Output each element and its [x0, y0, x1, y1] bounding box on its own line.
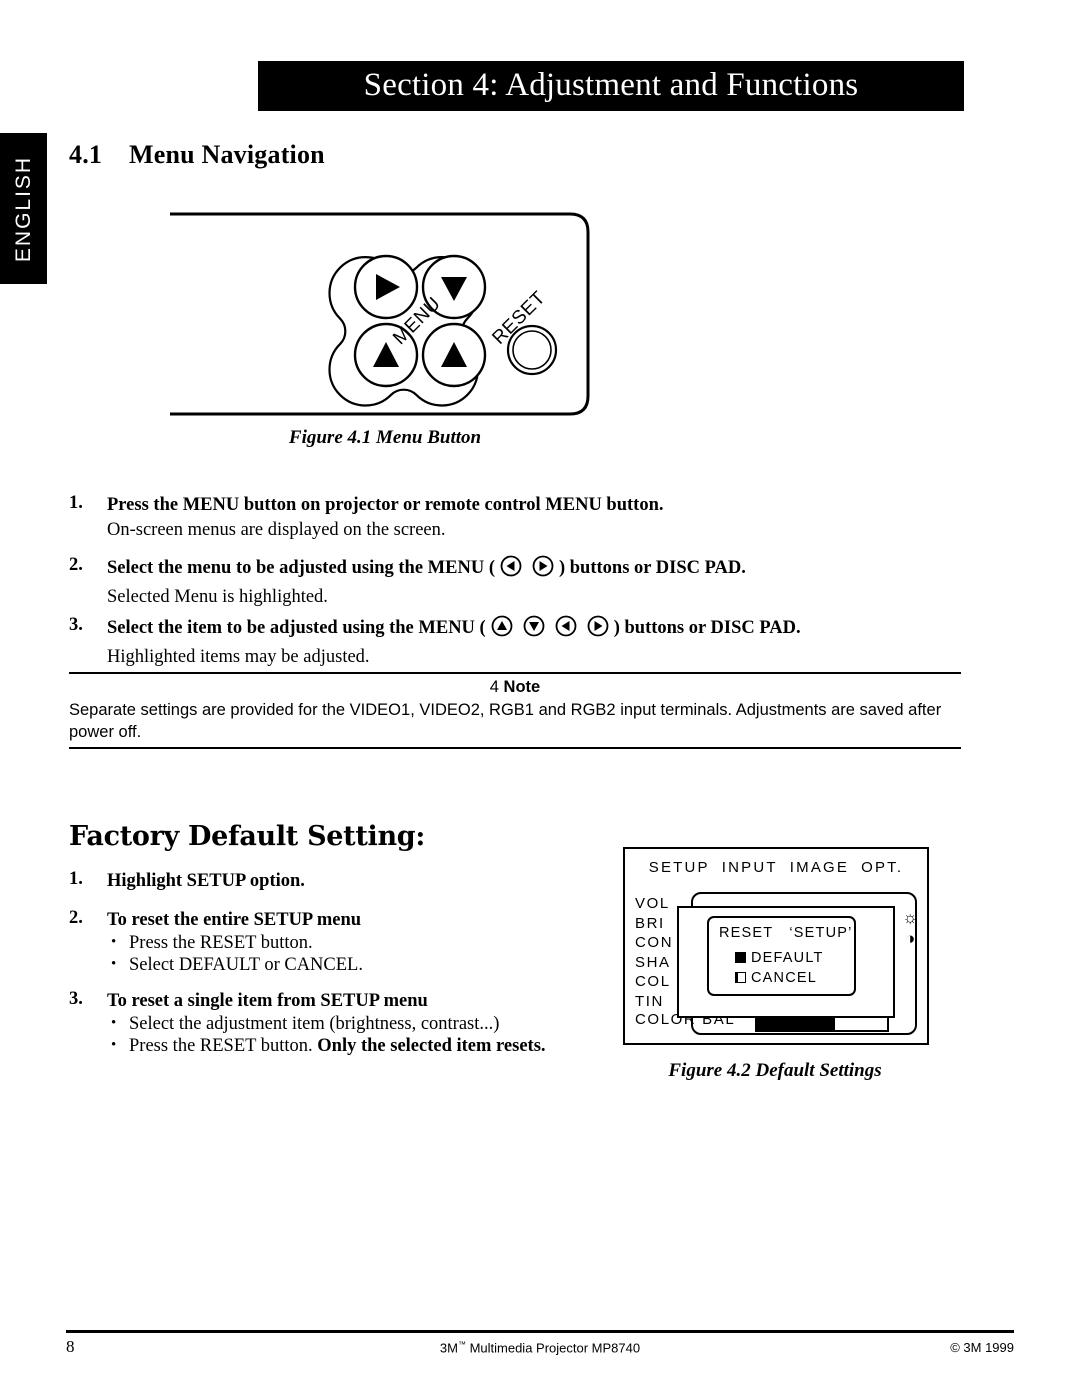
arrow-right-button-icon[interactable] [530, 555, 556, 585]
document-page: ENGLISH Section 4: Adjustment and Functi… [0, 0, 1080, 1397]
step-3-title-lead: Select the item to be adjusted using the… [107, 618, 486, 638]
factory-step-2-number: 2. [69, 908, 83, 928]
factory-step-1-title: Highlight SETUP option. [107, 871, 305, 891]
osd-item-vol[interactable]: VOL [635, 894, 673, 914]
osd-item-con[interactable]: CON [635, 933, 673, 953]
osd-dialog-option-cancel-label: CANCEL [751, 970, 818, 986]
factory-step-2-title: To reset the entire SETUP menu [107, 910, 362, 930]
step-2-number: 2. [69, 555, 83, 575]
note-heading: 4 Note [69, 674, 961, 699]
checkbox-unselected-icon [735, 972, 746, 983]
list-item-text: Press the RESET button. [129, 1035, 318, 1056]
section-banner-title: Section 4: Adjustment and Functions [363, 66, 859, 103]
step-2: 2. Select the menu to be adjusted using … [69, 555, 969, 610]
step-1-subtext: On-screen menus are displayed on the scr… [107, 520, 446, 540]
osd-dialog-title-label: RESET [719, 925, 774, 941]
osd-dialog-title: RESET ‘SETUP’ [719, 925, 853, 941]
osd-dialog-option-cancel[interactable]: CANCEL [735, 970, 817, 986]
arrow-left-button-icon[interactable] [498, 555, 524, 585]
note-heading-label: Note [503, 678, 541, 696]
checkbox-selected-icon [735, 952, 746, 963]
list-item-emphasis: Only the selected item resets. [317, 1035, 546, 1056]
factory-step-3-title: To reset a single item from SETUP menu [107, 991, 428, 1011]
arrow-up-button-icon[interactable] [489, 615, 515, 645]
heading-number: 4.1 [69, 140, 103, 169]
footer-product-name: Multimedia Projector MP8740 [465, 1340, 641, 1356]
osd-dialog-target: ‘SETUP’ [789, 925, 853, 941]
reset-button-inner [512, 330, 552, 370]
osd-item-sha[interactable]: SHA [635, 953, 673, 973]
osd-item-col[interactable]: COL [635, 972, 673, 992]
language-tab-label: ENGLISH [11, 155, 35, 262]
osd-reset-dialog: RESET ‘SETUP’ DEFAULT CANCEL [707, 916, 856, 996]
note-body-text: Separate settings are provided for the V… [69, 701, 942, 741]
factory-step-2: 2. To reset the entire SETUP menu Press … [69, 908, 609, 976]
arrow-right-button-icon-2[interactable] [585, 615, 611, 645]
step-3-subtext: Highlighted items may be adjusted. [107, 647, 370, 667]
note-marker-icon: 4 [489, 678, 499, 696]
footer-trademark-icon: ™ [457, 1340, 466, 1349]
list-item: Select DEFAULT or CANCEL. [107, 954, 609, 977]
osd-tab-input[interactable]: INPUT [722, 859, 778, 876]
step-1: 1. Press the MENU button on projector or… [69, 493, 969, 543]
heading-text: Menu Navigation [129, 140, 325, 169]
osd-tab-setup[interactable]: SETUP [649, 859, 710, 876]
note-bottom-rule [69, 747, 961, 749]
factory-step-3-bullets: Select the adjustment item (brightness, … [107, 1013, 609, 1058]
list-item: Press the RESET button. [107, 932, 609, 955]
contrast-icon: ◑ [905, 929, 916, 948]
footer-brand: 3M [439, 1340, 458, 1356]
footer-copyright: © 3M 1999 [950, 1340, 1014, 1355]
step-1-number: 1. [69, 493, 83, 513]
step-2-title-tail: ) buttons or DISC PAD. [558, 558, 746, 578]
step-1-title: Press the MENU button on projector or re… [107, 495, 664, 515]
osd-tab-bar: SETUP INPUT IMAGE OPT. [625, 859, 927, 876]
list-item: Press the RESET button. Only the selecte… [107, 1035, 609, 1058]
factory-step-3: 3. To reset a single item from SETUP men… [69, 989, 609, 1057]
factory-step-3-number: 3. [69, 989, 83, 1009]
osd-item-tin[interactable]: TIN [635, 992, 673, 1012]
osd-dialog-option-default-label: DEFAULT [751, 950, 824, 966]
arrow-left-button-icon-2[interactable] [553, 615, 579, 645]
osd-dialog-option-default[interactable]: DEFAULT [735, 950, 824, 966]
step-3-number: 3. [69, 615, 83, 635]
page-footer: 8 3M™ Multimedia Projector MP8740 © 3M 1… [66, 1337, 1014, 1361]
factory-step-1: 1. Highlight SETUP option. [69, 869, 609, 894]
step-2-subtext: Selected Menu is highlighted. [107, 587, 328, 607]
osd-tab-opt[interactable]: OPT. [861, 859, 903, 876]
cluster-outline [328, 256, 479, 407]
osd-menu-item-list: VOL BRI CON SHA COL TIN [635, 894, 673, 1011]
note-box: 4 Note Separate settings are provided fo… [69, 672, 961, 749]
osd-tab-image[interactable]: IMAGE [790, 859, 849, 876]
heading-menu-navigation: 4.1 Menu Navigation [69, 140, 325, 170]
figure-1-caption: Figure 4.1 Menu Button [288, 427, 482, 448]
figure-menu-button: MENU RESET [170, 200, 600, 425]
factory-step-1-number: 1. [69, 869, 83, 889]
brightness-icon: ☼ [902, 908, 918, 927]
step-2-title-lead: Select the menu to be adjusted using the… [107, 558, 495, 578]
step-3-title-tail: ) buttons or DISC PAD. [613, 618, 801, 638]
language-tab-english: ENGLISH [0, 133, 47, 284]
arrow-down-button-icon[interactable] [521, 615, 547, 645]
footer-product: 3M™ Multimedia Projector MP8740 [66, 1340, 1014, 1355]
step-3: 3. Select the item to be adjusted using … [69, 615, 969, 670]
osd-side-icons: ☼ ◑ [902, 907, 918, 949]
footer-rule [66, 1330, 1014, 1333]
menu-button-cluster [328, 256, 479, 407]
section-banner: Section 4: Adjustment and Functions [258, 61, 964, 111]
remote-control-diagram: MENU RESET [170, 212, 590, 416]
list-item: Select the adjustment item (brightness, … [107, 1013, 609, 1036]
figure-2-caption: Figure 4.2 Default Settings [668, 1060, 882, 1081]
figure-default-settings: SETUP INPUT IMAGE OPT. VOL BRI CON SHA COL … [623, 847, 929, 1045]
osd-item-bri[interactable]: BRI [635, 914, 673, 934]
heading-factory-default: Factory Default Setting: [69, 821, 426, 852]
factory-step-2-bullets: Press the RESET button. Select DEFAULT o… [107, 932, 609, 977]
